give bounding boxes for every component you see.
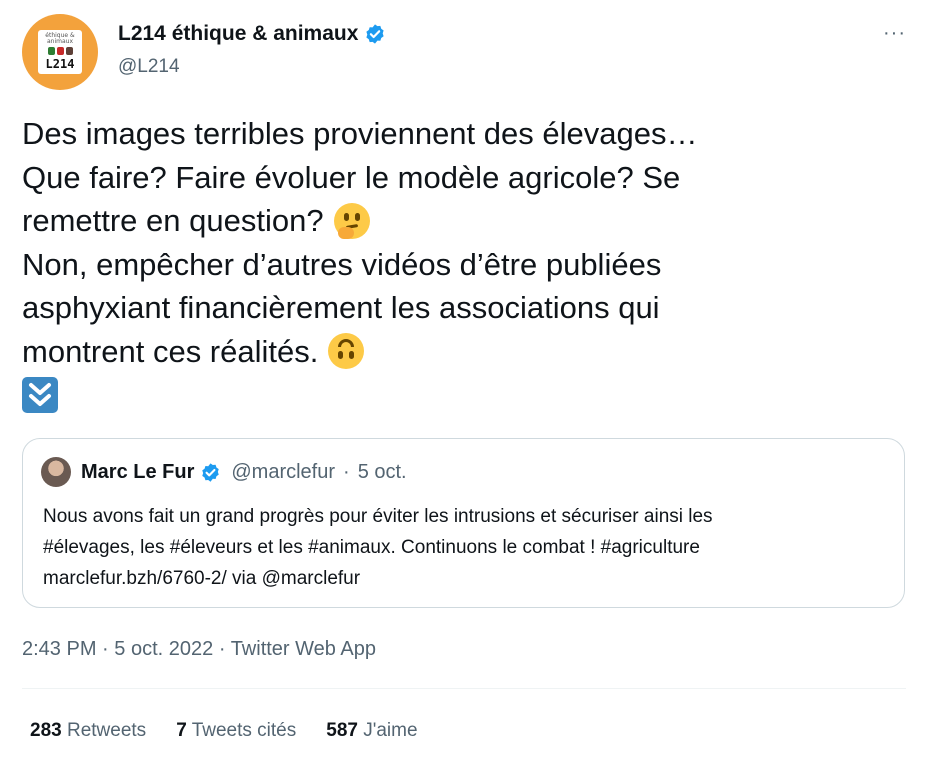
tweet-line: remettre en question? [22,199,902,243]
quoted-line: marclefur.bzh/6760-2/ via @marclefur [43,568,361,589]
tweet-line-text: montrent ces réalités. [22,333,319,369]
upside-down-face-icon [328,333,365,370]
author-name-row[interactable]: L214 éthique & animaux [118,22,386,46]
tweet-line: asphyxiant financièrement les associatio… [22,290,660,325]
retweets-label: Retweets [66,720,147,741]
l214-logo: éthique & animaux L214 [38,30,82,74]
quoted-author-handle[interactable]: @marclefur [231,461,335,484]
author-handle[interactable]: @L214 [118,56,180,78]
engagement-stats: 283 Retweets 7 Tweets cités 587 J'aime [30,720,418,742]
tweet-time[interactable]: 2:43 PM [22,638,96,660]
quoted-line: Nous avons fait un grand progrès pour év… [43,506,713,527]
tweet-source[interactable]: Twitter Web App [231,638,376,660]
quoted-tweet-header: Marc Le Fur @marclefur · 5 oct. [81,461,407,484]
quoted-tweet-text: Nous avons fait un grand progrès pour év… [43,501,893,594]
separator-dot: · [343,461,350,483]
likes-stat[interactable]: 587 J'aime [326,720,417,742]
more-options-icon[interactable]: ··· [883,22,906,45]
quoted-tweet-card[interactable]: Marc Le Fur @marclefur · 5 oct. Nous avo… [22,438,905,608]
down-double-arrow-icon [22,377,58,413]
logo-caption: éthique & animaux [45,32,75,45]
author-avatar[interactable]: éthique & animaux L214 [22,14,98,90]
quote-tweets-stat[interactable]: 7 Tweets cités [176,720,296,742]
tweet-line: montrent ces réalités. [22,330,902,374]
verified-badge-icon [202,463,220,482]
quote-tweets-count: 7 [176,720,187,741]
likes-label: J'aime [363,720,418,741]
thinking-face-icon [333,202,370,239]
divider [22,688,906,689]
tweet-date[interactable]: 5 oct. 2022 [114,638,213,660]
quoted-tweet-date[interactable]: 5 oct. [358,461,407,484]
separator-dot: · [102,638,109,660]
quote-tweets-label: Tweets cités [191,720,297,741]
logo-text: L214 [45,57,75,71]
tweet-text: Des images terribles proviennent des éle… [22,112,902,413]
tweet-line: Non, empêcher d’autres vidéos d’être pub… [22,246,662,282]
quoted-author-avatar[interactable] [41,457,71,487]
verified-badge-icon [366,24,385,44]
logo-animals-icon [43,47,77,55]
quoted-author-name[interactable]: Marc Le Fur [81,461,194,484]
likes-count: 587 [326,720,358,741]
separator-dot: · [218,638,226,660]
quoted-line: #élevages, les #éleveurs et les #animaux… [43,537,700,558]
retweets-stat[interactable]: 283 Retweets [30,720,146,742]
retweets-count: 283 [30,720,62,741]
tweet-line: Que faire? Faire évoluer le modèle agric… [22,159,681,195]
author-name[interactable]: L214 éthique & animaux [118,22,358,46]
tweet-timestamp: 2:43 PM · 5 oct. 2022 · Twitter Web App [22,638,376,661]
tweet-line-text: remettre en question? [22,203,324,238]
tweet-line: Des images terribles proviennent des éle… [22,116,698,151]
